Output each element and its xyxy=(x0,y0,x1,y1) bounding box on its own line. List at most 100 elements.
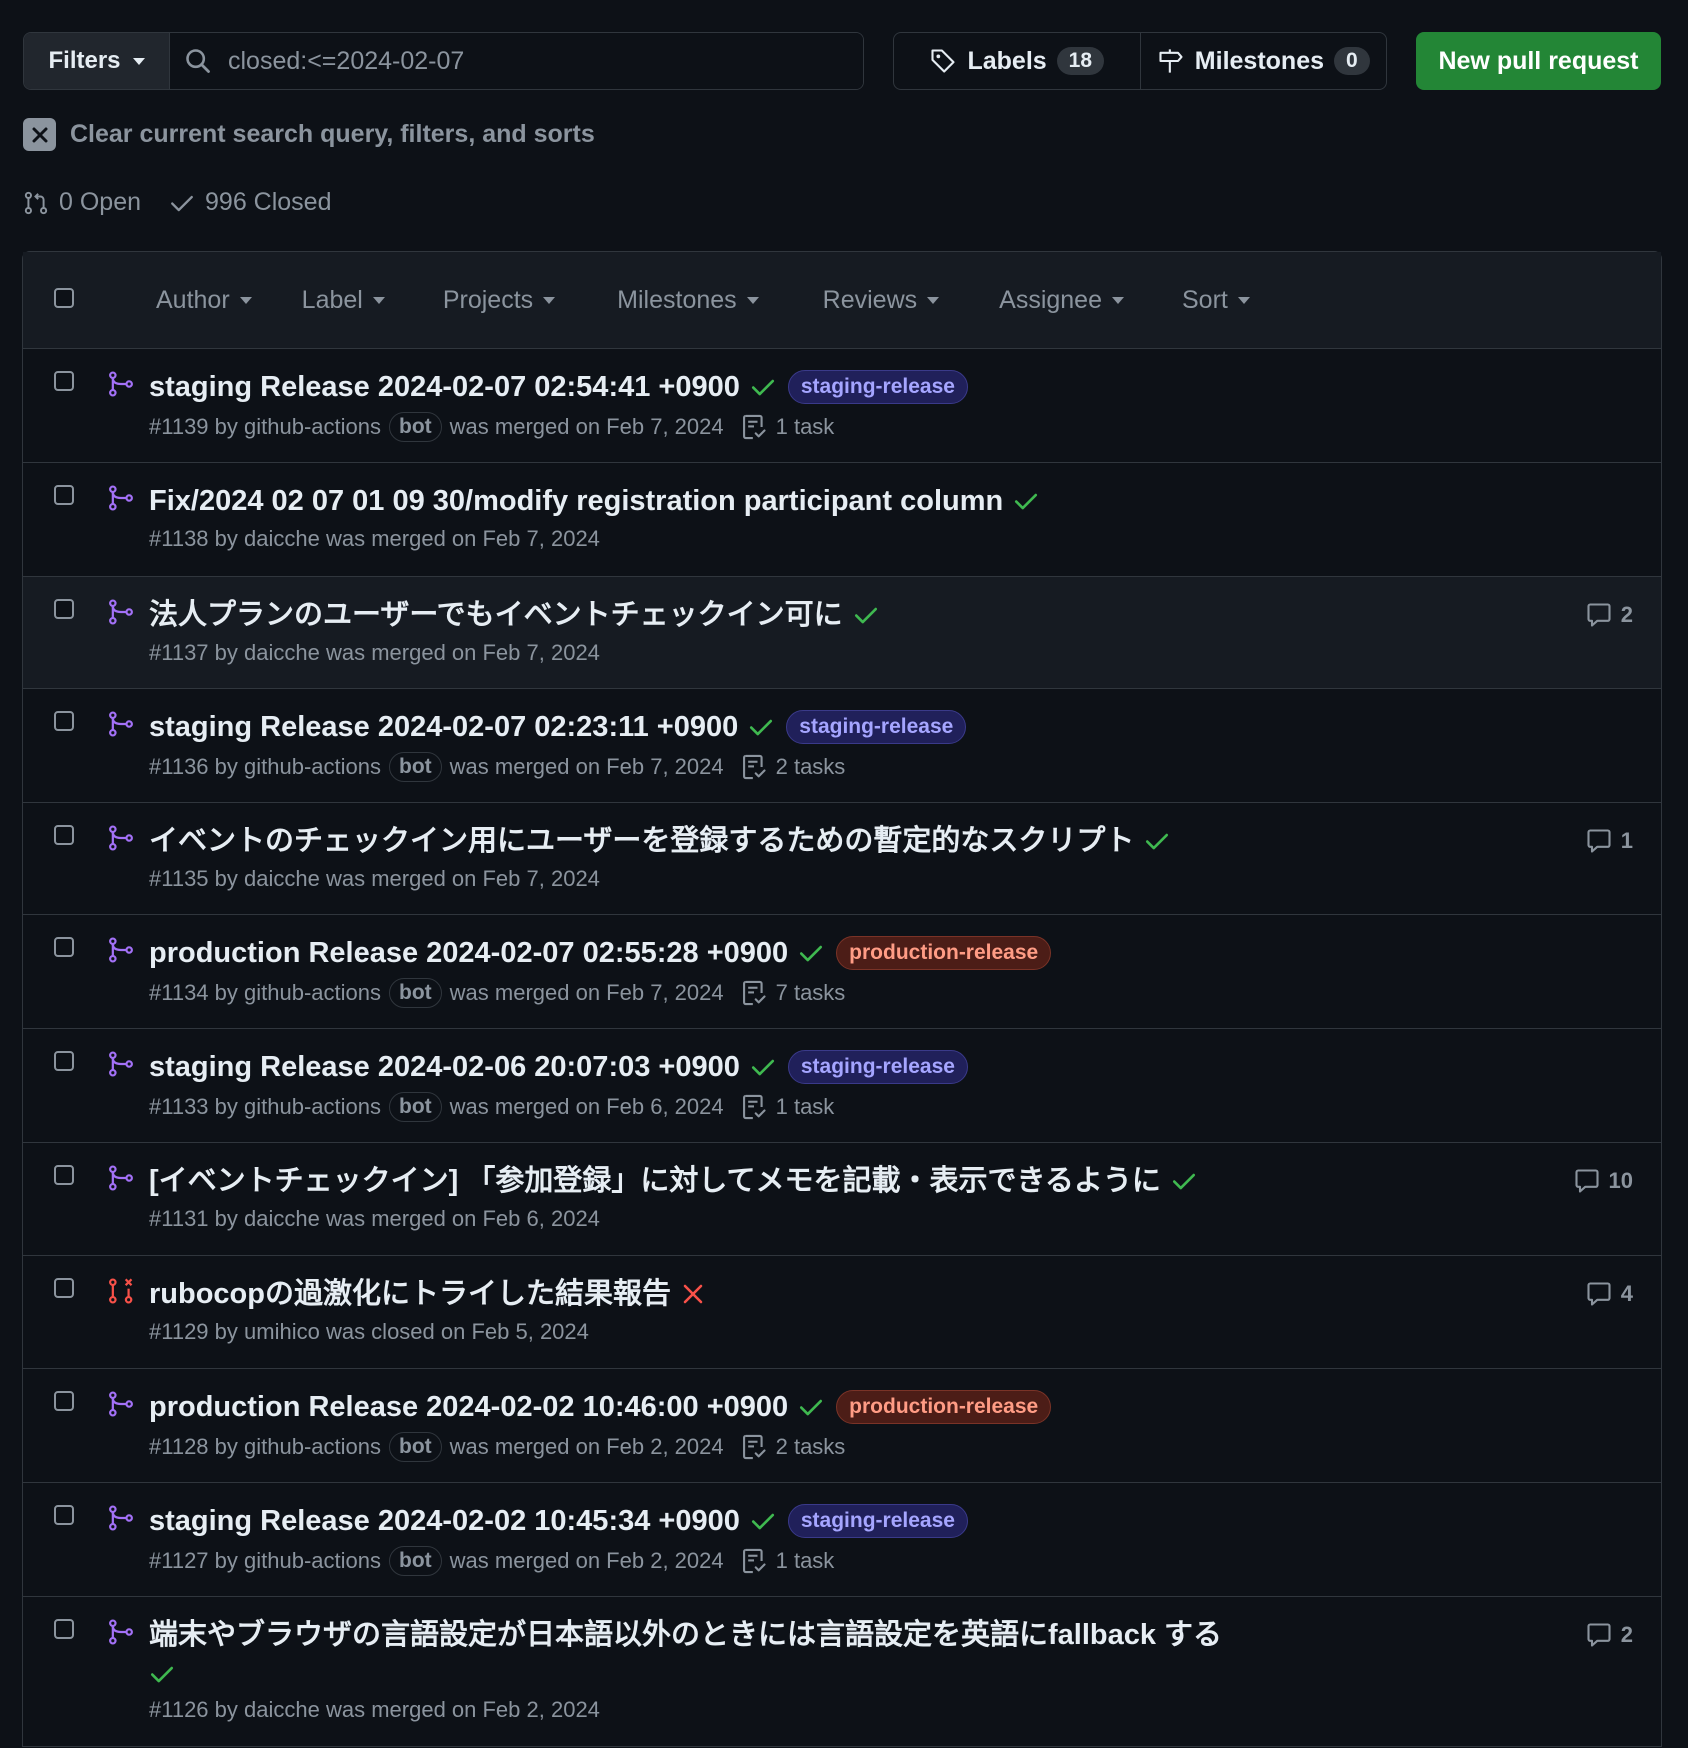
pull-request-row[interactable]: イベントのチェックイン用にユーザーを登録するための暫定的なスクリプト #1135 … xyxy=(23,803,1661,915)
comments-link[interactable]: 2 xyxy=(1585,601,1633,629)
row-checkbox[interactable] xyxy=(54,1165,74,1185)
author-link[interactable]: github-actions xyxy=(244,414,381,440)
row-checkbox[interactable] xyxy=(54,1619,74,1639)
checks-passed-status[interactable] xyxy=(750,374,776,400)
search-box[interactable] xyxy=(170,33,863,89)
milestones-button[interactable]: Milestones 0 xyxy=(1139,33,1387,89)
row-checkbox[interactable] xyxy=(54,711,74,731)
pull-request-row[interactable]: rubocopの過激化にトライした結果報告 #1129 by umihico wa… xyxy=(23,1256,1661,1369)
label-badge[interactable]: staging-release xyxy=(787,370,968,404)
author-link[interactable]: daicche xyxy=(244,1697,320,1723)
author-link[interactable]: github-actions xyxy=(244,980,381,1006)
author-link[interactable]: daicche xyxy=(244,526,320,552)
checks-passed-status[interactable] xyxy=(750,1508,776,1534)
pr-title-link[interactable]: staging Release 2024-02-07 02:23:11 +090… xyxy=(149,707,738,747)
pull-request-row[interactable]: production Release 2024-02-02 10:46:00 +… xyxy=(23,1369,1661,1483)
pr-title-link[interactable]: staging Release 2024-02-07 02:54:41 +090… xyxy=(149,367,740,407)
pr-title-link[interactable]: Fix/2024 02 07 01 09 30/modify registrat… xyxy=(149,481,1003,521)
author-link[interactable]: daicche xyxy=(244,640,320,666)
pr-title-link[interactable]: 端末やブラウザの言語設定が日本語以外のときには言語設定を英語にfallback … xyxy=(149,1615,1222,1655)
comments-link[interactable]: 4 xyxy=(1585,1280,1633,1308)
milestones-filter[interactable]: Milestones xyxy=(617,286,759,315)
pull-request-row[interactable]: staging Release 2024-02-02 10:45:34 +090… xyxy=(23,1483,1661,1597)
task-progress[interactable]: 1 task xyxy=(740,1093,834,1121)
task-progress[interactable]: 2 tasks xyxy=(740,753,845,781)
open-filter[interactable]: 0 Open xyxy=(23,188,141,217)
checks-passed-status[interactable] xyxy=(748,714,774,740)
new-pull-request-button[interactable]: New pull request xyxy=(1416,32,1661,90)
task-progress[interactable]: 2 tasks xyxy=(740,1433,845,1461)
pull-request-row[interactable]: 法人プランのユーザーでもイベントチェックイン可に #1137 by daicche… xyxy=(23,577,1661,689)
pr-title-link[interactable]: [イベントチェックイン] 「参加登録」に対してメモを記載・表示できるように xyxy=(149,1161,1161,1201)
pr-title-link[interactable]: production Release 2024-02-07 02:55:28 +… xyxy=(149,933,788,973)
assignee-filter[interactable]: Assignee xyxy=(999,286,1124,315)
label-filter[interactable]: Label xyxy=(302,286,385,315)
checks-passed-status[interactable] xyxy=(149,1661,175,1687)
label-badge[interactable]: staging-release xyxy=(786,710,967,744)
row-checkbox[interactable] xyxy=(54,937,74,957)
author-link[interactable]: daicche xyxy=(244,1206,320,1232)
checks-passed-status[interactable] xyxy=(1171,1168,1197,1194)
author-link[interactable]: github-actions xyxy=(244,1434,381,1460)
pr-title-link[interactable]: 法人プランのユーザーでもイベントチェックイン可に xyxy=(149,595,843,635)
label-badge[interactable]: staging-release xyxy=(787,1504,968,1538)
by-text: by xyxy=(208,1319,245,1344)
by-text: by xyxy=(208,526,245,551)
pr-title-link[interactable]: rubocopの過激化にトライした結果報告 xyxy=(149,1274,671,1314)
git-merge-icon xyxy=(109,825,133,851)
checks-passed-status[interactable] xyxy=(798,1394,824,1420)
row-checkbox[interactable] xyxy=(54,599,74,619)
label-badge[interactable]: production-release xyxy=(836,1390,1052,1424)
comments-link[interactable]: 1 xyxy=(1585,827,1633,855)
clear-query-link[interactable]: Clear current search query, filters, and… xyxy=(23,118,595,151)
pull-request-row[interactable]: staging Release 2024-02-06 20:07:03 +090… xyxy=(23,1029,1661,1143)
task-progress[interactable]: 1 task xyxy=(740,1547,834,1575)
pull-request-row[interactable]: production Release 2024-02-07 02:55:28 +… xyxy=(23,915,1661,1029)
pr-title-link[interactable]: staging Release 2024-02-02 10:45:34 +090… xyxy=(149,1501,740,1541)
task-progress[interactable]: 7 tasks xyxy=(740,979,845,1007)
checks-failed-status[interactable] xyxy=(681,1282,705,1306)
search-input[interactable] xyxy=(228,46,828,76)
projects-filter[interactable]: Projects xyxy=(443,286,556,315)
author-filter[interactable]: Author xyxy=(156,286,252,315)
labels-button[interactable]: Labels 18 xyxy=(894,33,1140,89)
row-checkbox[interactable] xyxy=(54,825,74,845)
row-checkbox[interactable] xyxy=(54,1391,74,1411)
author-link[interactable]: daicche xyxy=(244,866,320,892)
author-link[interactable]: github-actions xyxy=(244,1548,381,1574)
pr-title-link[interactable]: イベントのチェックイン用にユーザーを登録するための暫定的なスクリプト xyxy=(149,821,1134,861)
checks-passed-status[interactable] xyxy=(798,940,824,966)
checks-passed-status[interactable] xyxy=(853,602,879,628)
label-badge[interactable]: production-release xyxy=(836,936,1052,970)
pull-request-row[interactable]: Fix/2024 02 07 01 09 30/modify registrat… xyxy=(23,463,1661,577)
comments-link[interactable]: 10 xyxy=(1573,1167,1633,1195)
row-checkbox[interactable] xyxy=(54,1505,74,1525)
author-link[interactable]: umihico xyxy=(244,1319,320,1345)
pull-request-row[interactable]: [イベントチェックイン] 「参加登録」に対してメモを記載・表示できるように #11… xyxy=(23,1143,1661,1256)
checks-passed-status[interactable] xyxy=(1013,488,1039,514)
list-header: Author Label Projects Milestones Reviews… xyxy=(23,252,1661,349)
pr-title-link[interactable]: production Release 2024-02-02 10:46:00 +… xyxy=(149,1387,788,1427)
label-badge[interactable]: staging-release xyxy=(787,1050,968,1084)
reviews-filter[interactable]: Reviews xyxy=(823,286,940,315)
checks-passed-status[interactable] xyxy=(1144,828,1170,854)
closed-filter[interactable]: 996 Closed xyxy=(169,188,332,217)
pull-request-row[interactable]: staging Release 2024-02-07 02:23:11 +090… xyxy=(23,689,1661,803)
author-link[interactable]: github-actions xyxy=(244,1094,381,1120)
select-all-checkbox[interactable] xyxy=(54,288,74,308)
task-progress[interactable]: 1 task xyxy=(740,413,834,441)
row-checkbox[interactable] xyxy=(54,1051,74,1071)
checks-passed-status[interactable] xyxy=(750,1054,776,1080)
row-checkbox[interactable] xyxy=(54,485,74,505)
pr-state-icon xyxy=(107,823,135,858)
row-checkbox[interactable] xyxy=(54,1278,74,1298)
filters-button[interactable]: Filters xyxy=(24,33,170,89)
comments-link[interactable]: 2 xyxy=(1585,1621,1633,1649)
pull-request-row[interactable]: 端末やブラウザの言語設定が日本語以外のときには言語設定を英語にfallback … xyxy=(23,1597,1661,1747)
sort-filter[interactable]: Sort xyxy=(1182,286,1250,315)
pr-title-link[interactable]: staging Release 2024-02-06 20:07:03 +090… xyxy=(149,1047,740,1087)
author-link[interactable]: github-actions xyxy=(244,754,381,780)
pull-request-row[interactable]: staging Release 2024-02-07 02:54:41 +090… xyxy=(23,349,1661,463)
row-checkbox[interactable] xyxy=(54,371,74,391)
pr-state-icon xyxy=(107,483,135,518)
